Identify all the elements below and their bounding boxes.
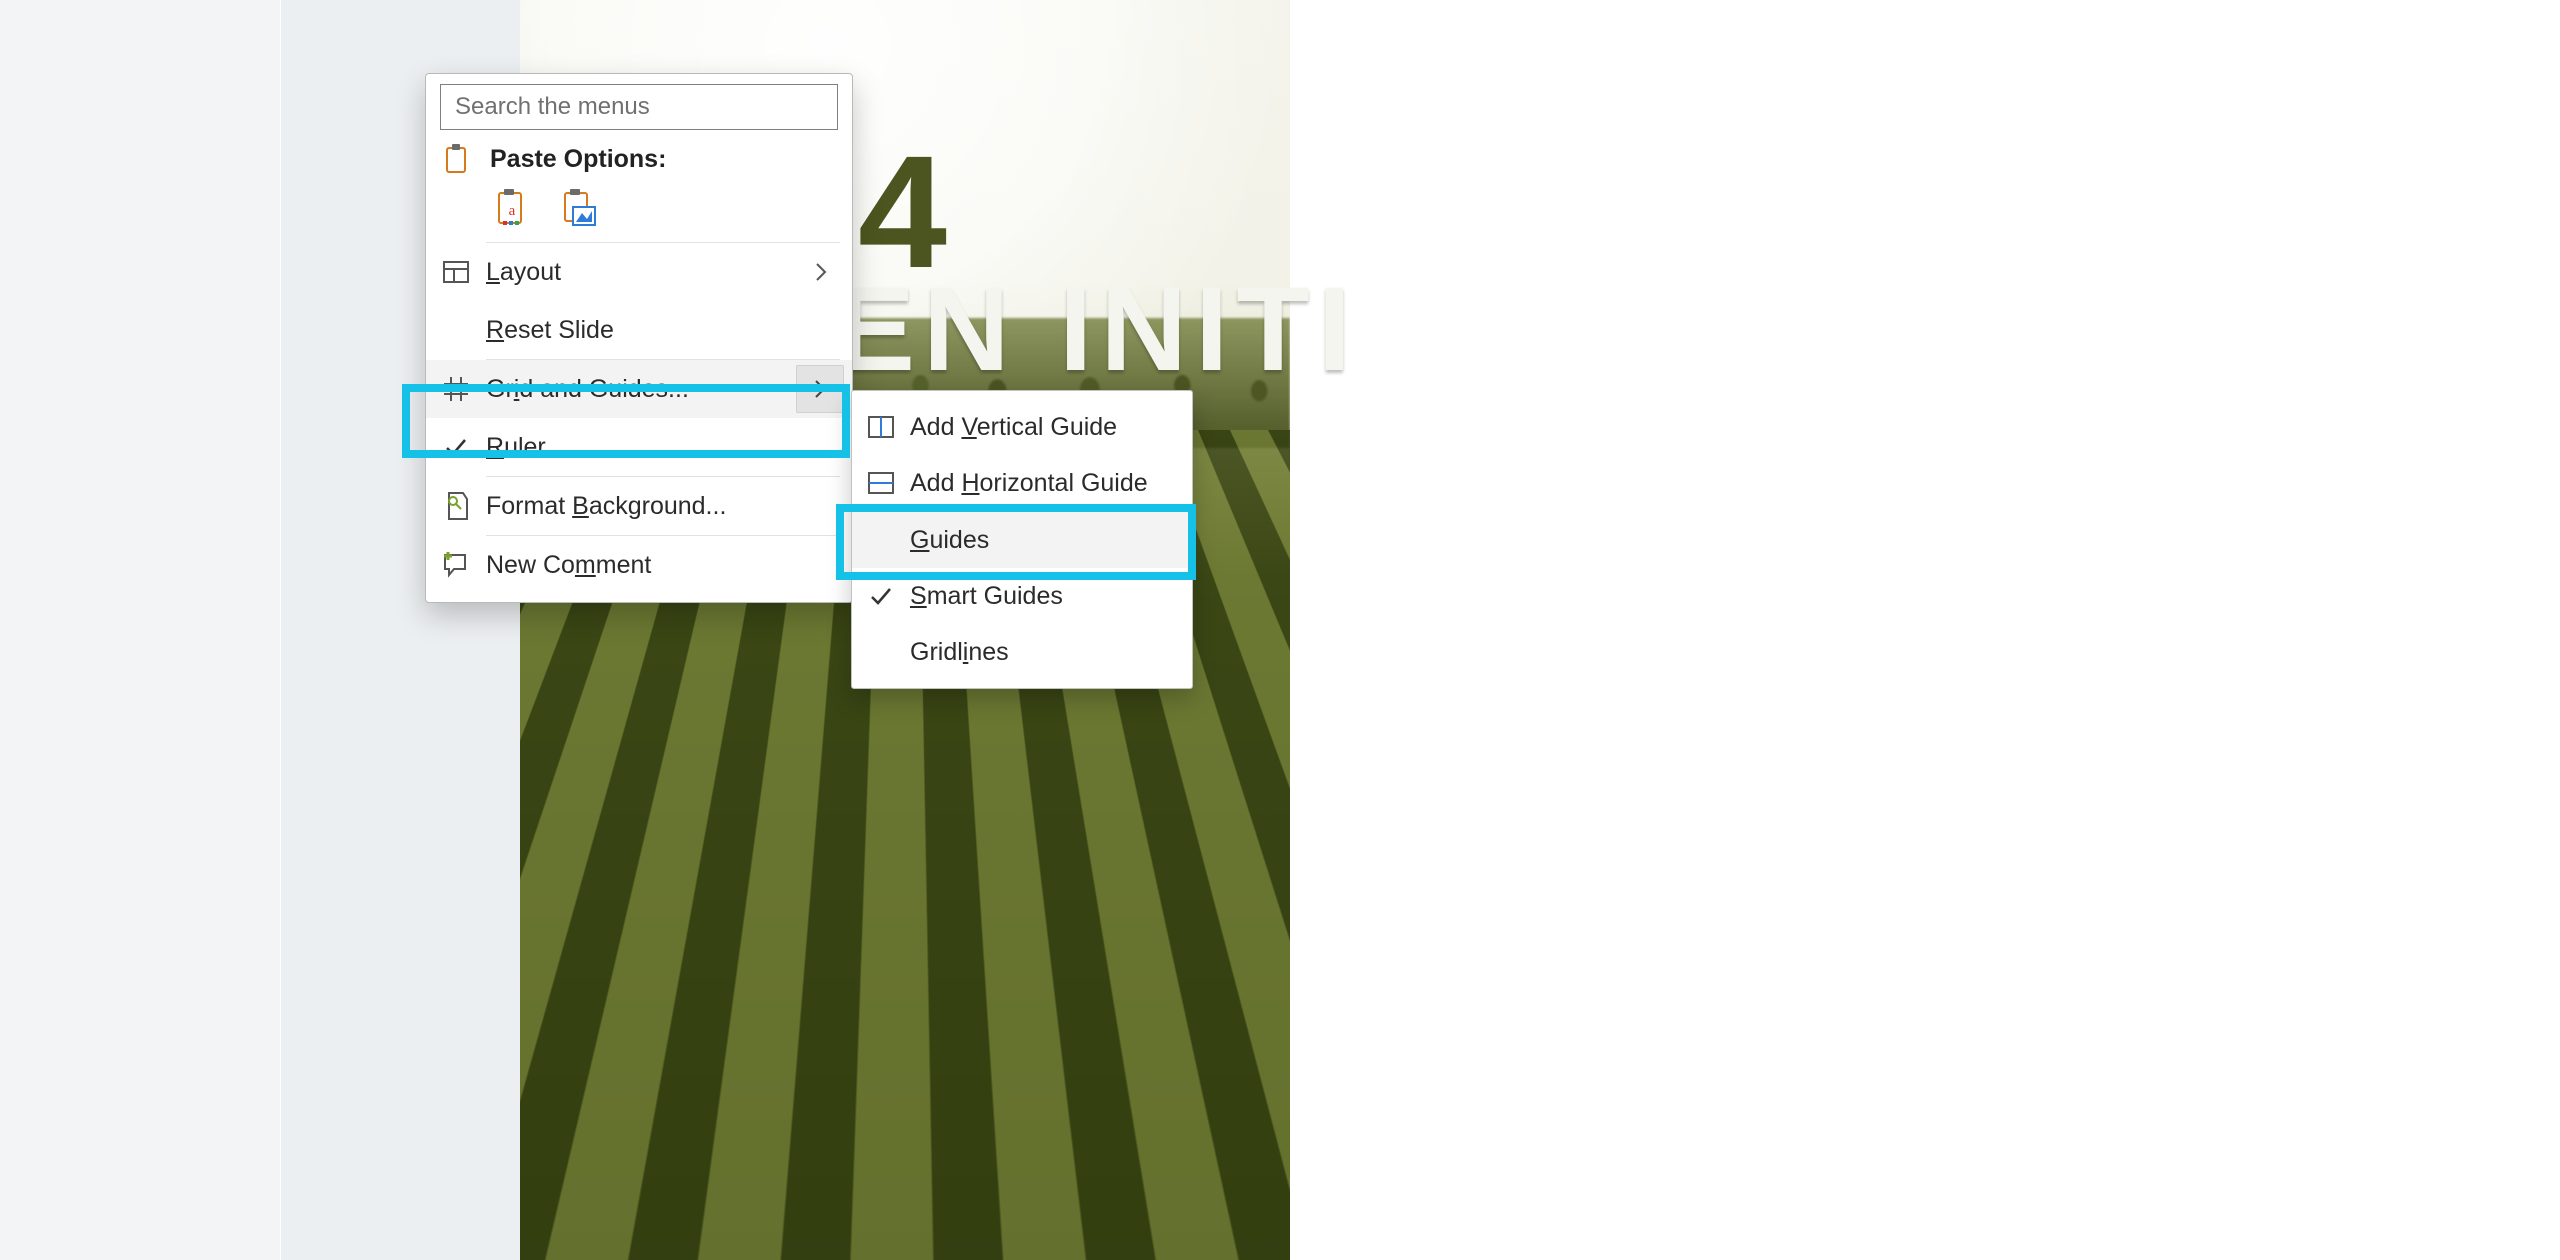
context-menu: Search the menus Paste Options: a (425, 73, 853, 603)
page-background-right (1285, 0, 2560, 1260)
comment-icon (426, 552, 486, 578)
submenu-item-gridlines[interactable]: Gridlines (852, 624, 1192, 680)
submenu-item-guides[interactable]: Guides (852, 512, 1192, 568)
format-background-icon (426, 491, 486, 521)
svg-text:a: a (509, 203, 516, 219)
clipboard-icon (444, 144, 490, 174)
vertical-guide-icon (852, 416, 910, 438)
submenu-label-gridlines: Gridlines (910, 638, 1009, 667)
chevron-right-icon (798, 249, 844, 295)
menu-label-reset-slide: Reset Slide (486, 316, 844, 345)
divider-line (280, 0, 281, 1260)
submenu-label-add-vertical: Add Vertical Guide (910, 413, 1117, 442)
menu-label-ruler: Ruler (486, 433, 844, 462)
menu-label-grid-guides: Grid and Guides... (486, 375, 796, 404)
paste-options-label: Paste Options: (490, 145, 666, 174)
submenu-label-smart-guides: Smart Guides (910, 582, 1063, 611)
submenu-item-add-horizontal[interactable]: Add Horizontal Guide (852, 455, 1192, 511)
check-icon (426, 437, 486, 457)
menu-label-new-comment: New Comment (486, 551, 844, 580)
submenu-item-add-vertical[interactable]: Add Vertical Guide (852, 399, 1192, 455)
app-background-left (0, 0, 280, 1260)
menu-item-reset-slide[interactable]: Reset Slide (426, 301, 852, 359)
menu-label-format-background: Format Background... (486, 492, 844, 521)
menu-search-input[interactable]: Search the menus (440, 84, 838, 130)
paste-options-row: a (426, 184, 852, 242)
layout-icon (426, 261, 486, 283)
menu-search-placeholder: Search the menus (455, 93, 650, 121)
menu-item-layout[interactable]: Layout (426, 243, 852, 301)
menu-item-format-background[interactable]: Format Background... (426, 477, 852, 535)
submenu-label-guides: Guides (910, 526, 989, 555)
grid-guides-submenu: Add Vertical Guide Add Horizontal Guide … (851, 390, 1193, 689)
submenu-item-smart-guides[interactable]: Smart Guides (852, 568, 1192, 624)
paste-keep-source-button[interactable]: a (494, 188, 534, 228)
check-icon (852, 586, 910, 606)
submenu-label-add-horizontal: Add Horizontal Guide (910, 469, 1148, 498)
paste-options-header: Paste Options: (426, 140, 852, 184)
menu-label-layout: Layout (486, 258, 798, 287)
menu-item-new-comment[interactable]: New Comment (426, 536, 852, 594)
menu-item-ruler[interactable]: Ruler (426, 418, 852, 476)
menu-item-grid-guides[interactable]: Grid and Guides... (426, 360, 852, 418)
paste-picture-button[interactable] (560, 188, 600, 228)
grid-icon (426, 376, 486, 402)
horizontal-guide-icon (852, 472, 910, 494)
slide-title-fragment: EN INITI (835, 260, 1359, 398)
chevron-right-icon (796, 365, 844, 413)
